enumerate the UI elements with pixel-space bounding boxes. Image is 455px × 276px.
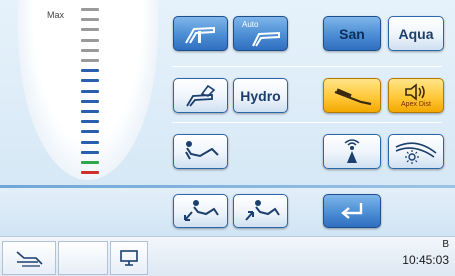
san-label: San [339, 25, 365, 42]
status-indicator: B [442, 239, 449, 250]
light-sensor-button[interactable] [323, 134, 381, 169]
return-arrow-icon [341, 203, 363, 219]
auto-handpiece-button[interactable]: Auto [233, 16, 288, 51]
chair-up-icon [244, 200, 280, 221]
gauge-tick [81, 69, 99, 73]
gauge-tick [81, 8, 99, 11]
gauge-tick [81, 150, 99, 154]
speaker-icon [405, 82, 425, 101]
row-separator [172, 66, 442, 67]
gauge-tick [81, 59, 99, 62]
chair-up-button[interactable] [233, 194, 288, 228]
gauge-tick [81, 161, 99, 164]
auto-label: Auto [242, 20, 259, 29]
chair-recline-button[interactable] [173, 134, 228, 169]
gauge-tick [81, 171, 99, 175]
apex-dist-label: Apex Dist [401, 101, 431, 108]
row-separator [172, 122, 442, 123]
san-button[interactable]: San [323, 16, 381, 51]
clock: 10:45:03 [402, 253, 449, 267]
gauge-ruler [81, 8, 99, 178]
apex-dist-button[interactable]: Apex Dist [388, 78, 444, 113]
gauge-tick [81, 89, 99, 93]
lamp-icon [395, 141, 437, 164]
hydro-label: Hydro [240, 87, 281, 104]
handpiece-button[interactable] [173, 16, 228, 51]
gauge-tick [81, 130, 99, 134]
light-sensor-icon [344, 138, 360, 163]
aqua-button[interactable]: Aqua [388, 16, 444, 51]
status-empty-slot[interactable] [58, 241, 108, 275]
handpiece-icon [184, 26, 215, 44]
hydro-button[interactable]: Hydro [233, 78, 288, 113]
monitor-icon [120, 250, 138, 266]
chair-status-icon [16, 251, 43, 267]
gauge-tick [81, 110, 99, 113]
chair-status-button[interactable] [2, 241, 56, 275]
monitor-button[interactable] [110, 241, 148, 275]
scaler-icon [185, 84, 215, 107]
chair-down-icon [183, 200, 219, 221]
gauge-max-label: Max [47, 10, 65, 20]
scaler-tip-icon [334, 87, 372, 105]
gauge-tick [81, 38, 99, 42]
dental-control-screen: Max Auto San Aqua Hydro Apex Dist [0, 0, 455, 276]
chair-down-button[interactable] [173, 194, 228, 228]
gauge-tick [81, 140, 99, 144]
gauge-tick [81, 120, 99, 124]
return-button[interactable] [323, 194, 381, 228]
gauge-tick [81, 28, 99, 32]
gauge-tick [81, 79, 99, 83]
aqua-label: Aqua [398, 25, 434, 42]
gauge-tick [81, 48, 99, 52]
gauge-tick [81, 18, 99, 22]
gauge-tick [81, 99, 99, 103]
scaler-tip-button[interactable] [323, 78, 381, 113]
lamp-button[interactable] [388, 134, 444, 169]
chair-recline-icon [184, 140, 219, 159]
scaler-button[interactable] [173, 78, 228, 113]
